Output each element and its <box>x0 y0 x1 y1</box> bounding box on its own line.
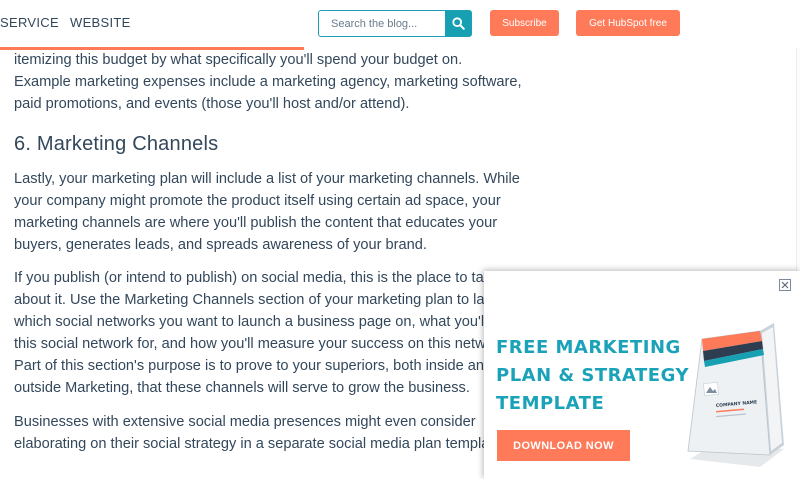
reading-progress-bar <box>0 47 800 50</box>
article-paragraph-channels: Lastly, your marketing plan will include… <box>14 171 520 253</box>
close-icon <box>781 281 789 289</box>
section-heading-marketing-channels: 6. Marketing Channels <box>14 133 219 155</box>
subscribe-button[interactable]: Subscribe <box>490 10 559 36</box>
marketing-plan-popup: FREE MARKETING PLAN & STRATEGY TEMPLATE … <box>484 271 800 479</box>
article-paragraph-extensive: Businesses with extensive social media p… <box>14 414 506 452</box>
popup-title-line: PLAN & STRATEGY <box>496 365 690 386</box>
article-body: itemizing this budget by what specifical… <box>14 48 522 455</box>
reading-progress-fill <box>0 47 304 50</box>
article-paragraph-budget: itemizing this budget by what specifical… <box>14 52 522 112</box>
nav-link-website[interactable]: WEBSITE <box>70 15 131 30</box>
popup-title-line: FREE MARKETING <box>496 337 681 358</box>
blog-search <box>318 10 472 37</box>
article-paragraph-social: If you publish (or intend to publish) on… <box>14 270 517 396</box>
search-input[interactable] <box>319 11 447 36</box>
popup-title-line: TEMPLATE <box>496 393 605 414</box>
top-nav-bar: SERVICE WEBSITE Subscribe Get HubSpot fr… <box>0 0 800 50</box>
download-now-button[interactable]: DOWNLOAD NOW <box>497 430 630 461</box>
get-hubspot-free-button[interactable]: Get HubSpot free <box>576 10 680 36</box>
search-icon <box>451 17 465 30</box>
nav-link-service[interactable]: SERVICE <box>0 15 59 30</box>
popup-close-button[interactable] <box>779 279 791 291</box>
popup-title: FREE MARKETING PLAN & STRATEGY TEMPLATE <box>496 334 696 418</box>
book-cover-illustration: COMPANY NAME <box>687 323 784 467</box>
search-button[interactable] <box>445 11 471 36</box>
